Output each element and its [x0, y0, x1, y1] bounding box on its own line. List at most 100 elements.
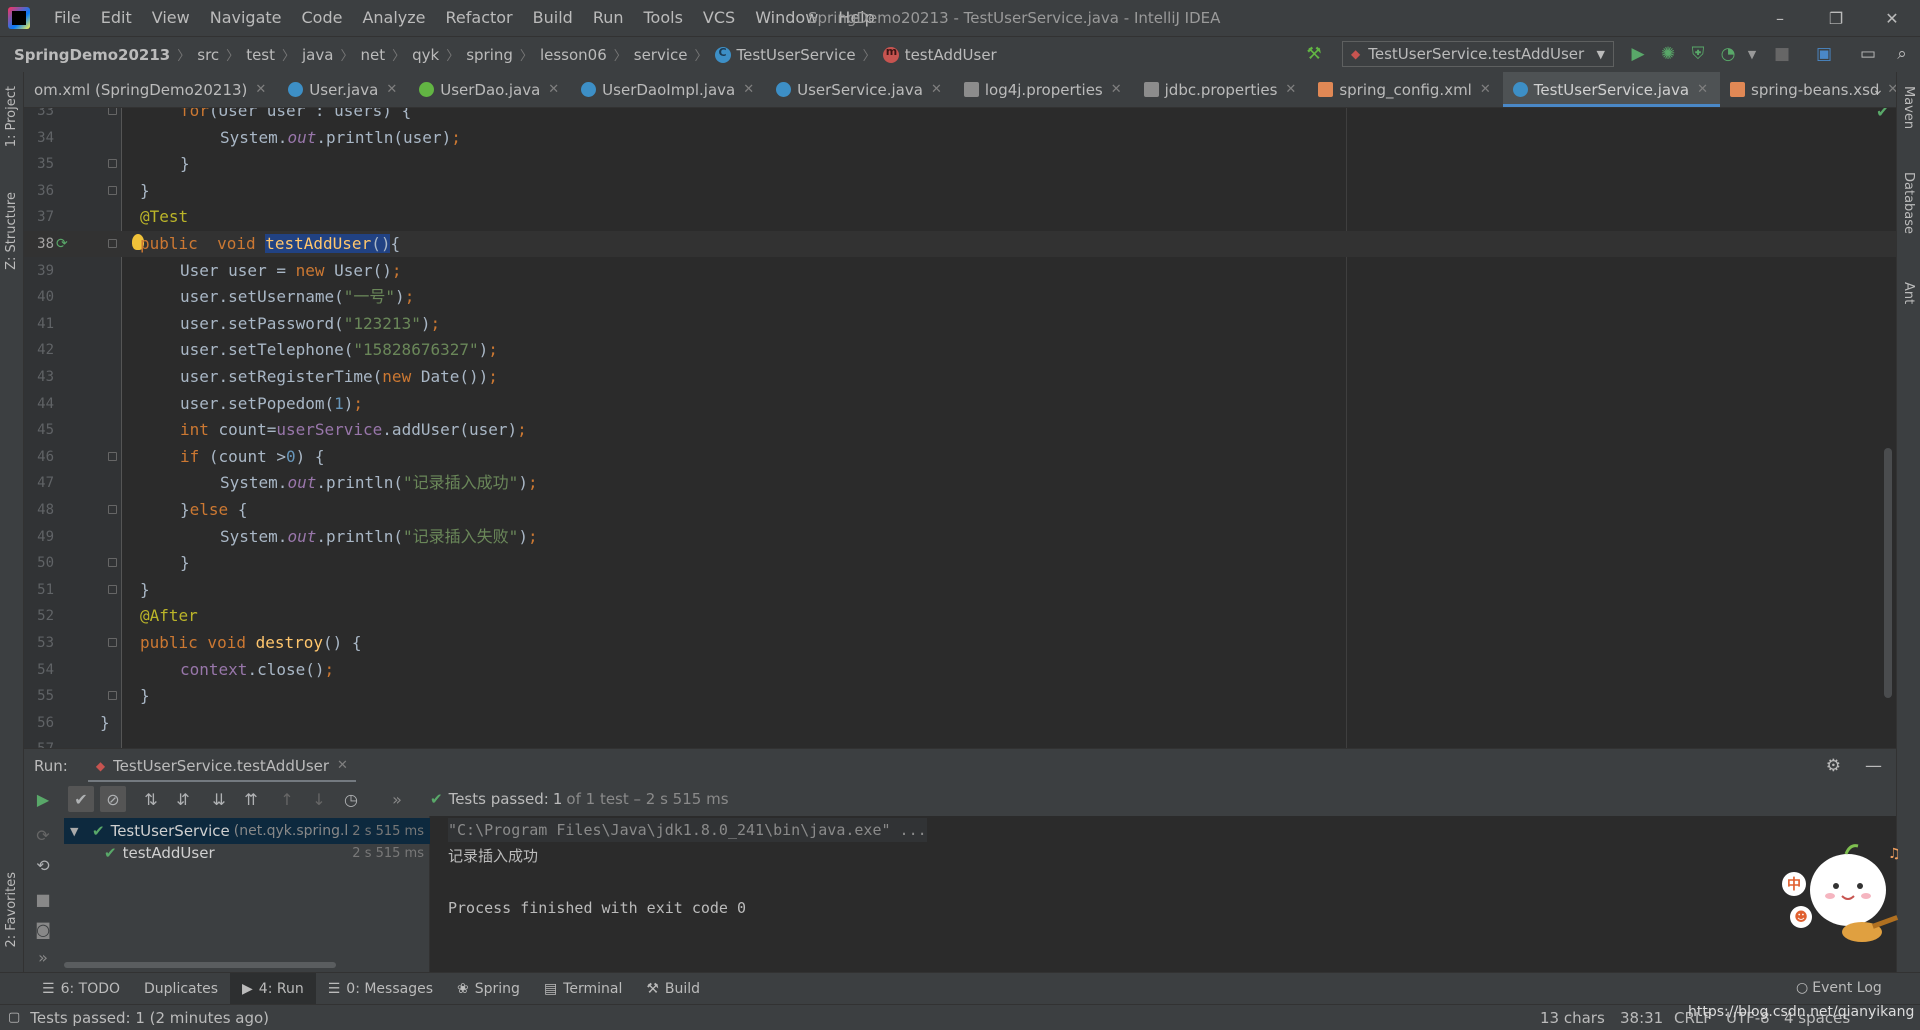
fold-marker-icon[interactable]	[108, 239, 117, 248]
tab-user-java[interactable]: User.java ✕	[278, 72, 409, 107]
fold-marker-icon[interactable]	[108, 691, 117, 701]
close-icon[interactable]: ✕	[386, 82, 397, 97]
fold-marker-icon[interactable]	[108, 185, 117, 195]
hide-panel-icon[interactable]: —	[1865, 756, 1882, 776]
run-icon[interactable]: ▶	[1626, 42, 1650, 66]
breadcrumb-item-java[interactable]: java	[298, 46, 337, 64]
menu-run[interactable]: Run	[583, 0, 634, 36]
project-tool-button[interactable]: 1: Project	[4, 86, 19, 147]
sort-alphabetically-icon[interactable]: ⇅	[138, 786, 164, 812]
editor-scrollbar[interactable]	[1884, 448, 1892, 698]
close-icon[interactable]: ✕	[1697, 82, 1708, 97]
tab-spring-config-xml[interactable]: spring_config.xml ✕	[1308, 72, 1502, 107]
test-tree-row[interactable]: ✔ testAddUser 2 s 515 ms	[64, 840, 430, 866]
close-icon[interactable]: ✕	[337, 758, 348, 773]
close-icon[interactable]: ✕	[548, 82, 559, 97]
sort-by-duration-icon[interactable]: ⇵	[170, 786, 196, 812]
profile-icon[interactable]: ◔	[1716, 42, 1740, 66]
toggle-tool-windows-icon[interactable]: ▢	[8, 1010, 20, 1025]
expand-all-icon[interactable]: ⇊	[206, 786, 232, 812]
tool-build[interactable]: ⚒ Build	[634, 973, 712, 1005]
close-icon[interactable]: ✕	[931, 82, 942, 97]
previous-failed-icon[interactable]: ↑	[274, 786, 300, 812]
menu-navigate[interactable]: Navigate	[200, 0, 292, 36]
fold-marker-icon[interactable]	[108, 638, 117, 647]
close-window-button[interactable]: ✕	[1864, 0, 1920, 36]
camera-icon[interactable]: ◙	[30, 916, 56, 942]
tab-om-xml-springdemo20213-[interactable]: om.xml (SpringDemo20213) ✕	[24, 72, 278, 107]
breadcrumb-project[interactable]: SpringDemo20213	[0, 46, 174, 64]
favorites-tool-button[interactable]: 2: Favorites	[4, 872, 19, 948]
tab-userservice-java[interactable]: UserService.java ✕	[766, 72, 954, 107]
tool-duplicates[interactable]: Duplicates	[132, 973, 230, 1005]
menu-refactor[interactable]: Refactor	[436, 0, 523, 36]
breadcrumb-item-service[interactable]: service	[630, 46, 692, 64]
show-passed-icon[interactable]: ✔	[68, 786, 94, 812]
fold-marker-icon[interactable]	[108, 584, 117, 594]
expand-arrow-icon[interactable]: ▼	[70, 825, 86, 838]
code-editor[interactable]: 33 for(User user : users) {34 System.out.p…	[24, 108, 1896, 748]
tree-horizontal-scrollbar[interactable]	[64, 962, 336, 968]
menu-tools[interactable]: Tools	[634, 0, 693, 36]
close-icon[interactable]: ✕	[1285, 82, 1296, 97]
restore-button[interactable]: ❐	[1808, 0, 1864, 36]
tool-terminal[interactable]: ▤ Terminal	[532, 973, 634, 1005]
breadcrumb-item-lesson06[interactable]: lesson06	[536, 46, 611, 64]
project-structure-icon[interactable]: ▣	[1812, 42, 1836, 66]
minimize-button[interactable]: –	[1752, 0, 1808, 36]
fold-marker-icon[interactable]	[108, 558, 117, 568]
close-icon[interactable]: ✕	[1480, 82, 1491, 97]
next-failed-icon[interactable]: ↓	[306, 786, 332, 812]
menu-build[interactable]: Build	[523, 0, 583, 36]
run-configuration-select[interactable]: ◆ TestUserService.testAddUser ▼	[1342, 41, 1614, 67]
fold-marker-icon[interactable]	[108, 505, 117, 514]
tab-userdao-java[interactable]: UserDao.java ✕	[409, 72, 571, 107]
tool-6-todo[interactable]: ☰ 6: TODO	[30, 973, 132, 1005]
ant-tool-button[interactable]: Ant	[1901, 282, 1916, 304]
gear-icon[interactable]: ⚙	[1826, 756, 1841, 776]
breadcrumb-item-spring[interactable]: spring	[462, 46, 517, 64]
ime-chinese-button[interactable]: 中	[1782, 872, 1806, 896]
profile-dropdown-icon[interactable]: ▼	[1740, 42, 1764, 66]
stop-icon[interactable]: ■	[30, 886, 56, 912]
collapse-all-icon[interactable]: ⇈	[238, 786, 264, 812]
caret-position[interactable]: 38:31	[1620, 1005, 1663, 1030]
toggle-auto-test-icon[interactable]: ⟳	[30, 822, 56, 848]
build-hammer-icon[interactable]: ⚒	[1302, 42, 1326, 66]
coverage-icon[interactable]: ⛨	[1686, 42, 1710, 66]
fold-marker-icon[interactable]	[108, 108, 117, 115]
menu-file[interactable]: File	[44, 0, 91, 36]
console-output[interactable]: "C:\Program Files\Java\jdk1.8.0_241\bin\…	[430, 816, 1896, 972]
menu-analyze[interactable]: Analyze	[352, 0, 435, 36]
tool-4-run[interactable]: ▶ 4: Run	[230, 972, 316, 1005]
tab-testuserservice-java[interactable]: TestUserService.java ✕	[1502, 72, 1721, 107]
tab-jdbc-properties[interactable]: jdbc.properties ✕	[1134, 72, 1309, 107]
tab-userdaoimpl-java[interactable]: UserDaoImpl.java ✕	[571, 72, 766, 107]
tool-spring[interactable]: ❀ Spring	[445, 973, 532, 1005]
test-results-tree[interactable]: ▼ ✔ TestUserService (net.qyk.spring.l 2 s 51…	[64, 816, 430, 972]
stop-icon[interactable]: ■	[1770, 42, 1794, 66]
structure-tool-button[interactable]: Z: Structure	[4, 192, 19, 270]
breadcrumb-item-net[interactable]: net	[356, 46, 389, 64]
breadcrumb-item-qyk[interactable]: qyk	[408, 46, 443, 64]
breadcrumb-method[interactable]: testAddUser	[879, 45, 1001, 64]
maven-tool-button[interactable]: Maven	[1901, 86, 1916, 129]
tool-0-messages[interactable]: ☰ 0: Messages	[316, 973, 445, 1005]
debug-icon[interactable]: ✺	[1656, 42, 1680, 66]
fold-marker-icon[interactable]	[108, 451, 117, 461]
close-icon[interactable]: ✕	[1111, 82, 1122, 97]
rerun-failed-icon[interactable]: ⟲	[30, 852, 56, 878]
breadcrumb-class[interactable]: TestUserService	[711, 46, 860, 64]
close-icon[interactable]: ✕	[255, 82, 266, 97]
close-icon[interactable]: ✕	[743, 82, 754, 97]
menu-view[interactable]: View	[142, 0, 200, 36]
layout-icon[interactable]: ▭	[1856, 42, 1880, 66]
tab-log4j-properties[interactable]: log4j.properties ✕	[954, 72, 1134, 107]
more-actions-icon[interactable]: »	[30, 944, 56, 970]
fold-marker-icon[interactable]	[108, 159, 117, 169]
menu-vcs[interactable]: VCS	[693, 0, 745, 36]
menu-code[interactable]: Code	[292, 0, 353, 36]
rerun-icon[interactable]: ▶	[30, 786, 56, 812]
breadcrumb-item-src[interactable]: src	[193, 46, 223, 64]
search-icon[interactable]: ⌕	[1890, 42, 1914, 66]
